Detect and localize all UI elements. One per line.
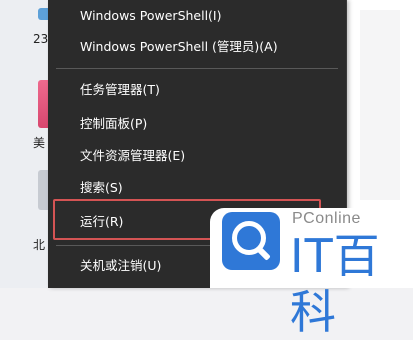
menu-item-task-manager[interactable]: 任务管理器(T) bbox=[80, 80, 160, 100]
menu-item-powershell[interactable]: Windows PowerShell(I) bbox=[80, 6, 222, 26]
watermark-brand-big: IT百科 bbox=[290, 229, 381, 339]
menu-item-powershell-admin[interactable]: Windows PowerShell (管理员)(A) bbox=[80, 37, 278, 57]
pconline-watermark: PConline IT百科 bbox=[210, 208, 413, 339]
menu-item-search[interactable]: 搜索(S) bbox=[80, 178, 123, 198]
menu-item-file-explorer[interactable]: 文件资源管理器(E) bbox=[80, 146, 185, 166]
desktop-icon-label: 美 bbox=[33, 136, 46, 150]
watermark-brand-small: PConline bbox=[292, 210, 361, 227]
search-logo-icon bbox=[222, 212, 280, 270]
menu-item-shutdown[interactable]: 关机或注销(U) bbox=[80, 256, 161, 276]
desktop-icon-label: 北 bbox=[33, 238, 46, 252]
menu-separator bbox=[56, 68, 338, 69]
menu-item-control-panel[interactable]: 控制面板(P) bbox=[80, 114, 147, 134]
